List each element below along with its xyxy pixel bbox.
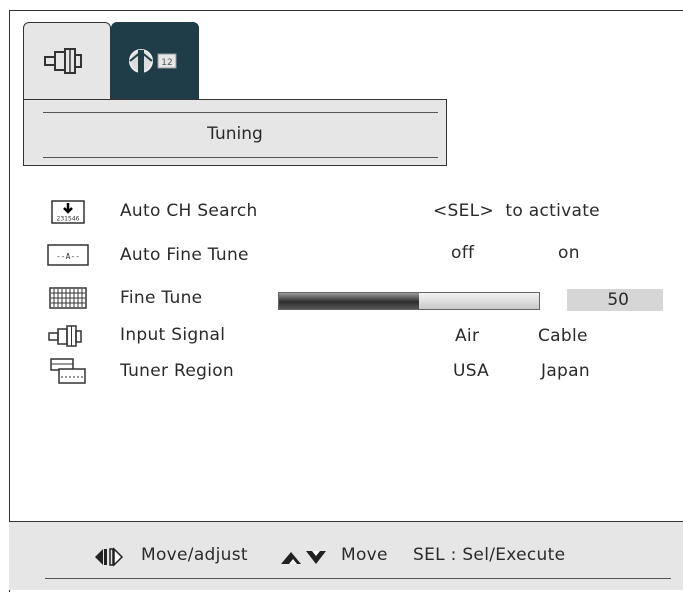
region-icon: [47, 358, 89, 384]
up-down-arrows-icon: [281, 551, 326, 564]
fine-tune-slider-fill: [279, 293, 420, 309]
move-adjust-hint: Move/adjust: [141, 545, 248, 565]
fine-tune-icon-text: --A--: [56, 252, 80, 261]
input-signal-icon: [47, 323, 89, 349]
move-hint: Move: [341, 545, 388, 565]
input-connector-icon: [44, 48, 82, 74]
grid-icon: [47, 285, 89, 311]
page-title: Tuning: [207, 124, 263, 144]
header-rule-top: [43, 112, 438, 113]
auto-search-icon-text: 231546: [57, 216, 80, 223]
auto-ch-search-label: Auto CH Search: [120, 201, 258, 221]
select-execute-hint: SEL : Sel/Execute: [413, 545, 566, 565]
auto-search-icon: 231546: [47, 199, 89, 225]
fine-tune-value: 50: [607, 290, 629, 310]
auto-fine-tune-off[interactable]: off: [451, 243, 474, 263]
footer-rule: [45, 578, 671, 579]
tuning-header: Tuning: [23, 99, 447, 166]
header-rule-bottom: [43, 157, 438, 158]
fine-tune-label: Fine Tune: [120, 288, 203, 308]
tuner-region-label: Tuner Region: [120, 361, 235, 381]
channel-badge: 12: [161, 58, 172, 68]
auto-fine-tune-on[interactable]: on: [558, 243, 580, 263]
tuner-region-japan[interactable]: Japan: [541, 361, 590, 381]
fine-tune-dashes-icon: --A--: [47, 242, 89, 268]
antenna-channel-icon: 12: [129, 49, 177, 74]
fine-tune-value-box: 50: [567, 289, 663, 311]
frame-top-border: [9, 10, 683, 11]
auto-fine-tune-label: Auto Fine Tune: [120, 245, 249, 265]
auto-ch-search-activate[interactable]: <SEL> to activate: [433, 201, 600, 221]
input-signal-cable[interactable]: Cable: [538, 326, 588, 346]
left-right-arrows-icon: [95, 547, 124, 567]
frame-left-border: [9, 10, 10, 592]
tuner-region-usa[interactable]: USA: [453, 361, 489, 381]
footer-help-bar: Move/adjust Move SEL : Sel/Execute: [9, 521, 683, 590]
input-tab[interactable]: [23, 22, 111, 100]
input-signal-air[interactable]: Air: [455, 326, 479, 346]
input-signal-label: Input Signal: [120, 325, 226, 345]
fine-tune-slider[interactable]: [278, 292, 540, 310]
tuning-tab[interactable]: 12: [111, 22, 199, 100]
